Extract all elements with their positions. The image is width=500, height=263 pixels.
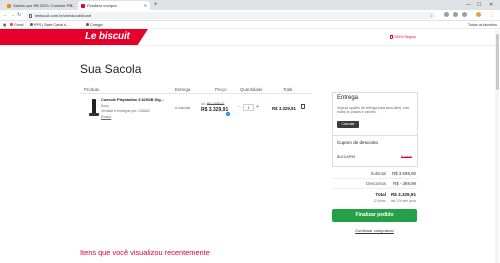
info-icon[interactable]: i xyxy=(226,112,230,116)
profile-avatar-icon[interactable] xyxy=(476,12,481,17)
recently-viewed-title: Itens que você visualizou recentemente xyxy=(80,248,210,257)
address-bar-row: ← → ↻ lebiscuit.com.br/checkout/#/cart ☆… xyxy=(0,10,500,21)
url-text: lebiscuit.com.br/checkout/#/cart xyxy=(35,13,92,18)
extensions-puzzle-icon[interactable] xyxy=(453,12,458,17)
coupon-title: Cupom de desconto xyxy=(337,140,379,145)
coupon-code: BLECAP99 xyxy=(337,155,356,159)
secure-badge: 100% Seguro xyxy=(390,34,416,40)
bookmark-chatgpt[interactable]: Chatgpt xyxy=(86,21,103,29)
all-bookmarks[interactable]: Todos os favoritos xyxy=(468,21,497,29)
bookmark-rps[interactable]: RPS | Base Canal d... xyxy=(30,21,69,29)
total-value: R$ 3.329,91 xyxy=(390,192,416,197)
column-header-preco: Preço xyxy=(215,87,227,92)
page-title: Sua Sacola xyxy=(80,62,142,76)
subtotal-label: Subtotal xyxy=(370,171,386,176)
divider xyxy=(332,188,418,189)
shield-icon xyxy=(390,34,393,39)
site-logo[interactable]: Le biscuit xyxy=(85,30,130,44)
quantity-decrease-button[interactable]: − xyxy=(238,104,241,111)
reload-icon[interactable]: ↻ xyxy=(17,11,21,20)
sidepanel-icon[interactable] xyxy=(462,12,467,17)
product-name-link[interactable]: Console Playstation 5 825GB Dig... xyxy=(101,98,165,102)
browser-tab-active[interactable]: Finalizar compra ✕ xyxy=(78,1,150,10)
back-icon[interactable]: ← xyxy=(3,11,8,20)
product-seller: Vendido e entregue por: CASAS xyxy=(101,109,150,113)
bookmark-gmail[interactable]: Gmail xyxy=(10,21,23,29)
delivery-panel-description: Veja as opções de entrega para seus iten… xyxy=(337,106,410,115)
item-price: R$ 3.329,91 xyxy=(201,107,229,113)
column-header-entrega: Entrega xyxy=(175,87,191,92)
item-total: R$ 3.329,91 xyxy=(272,106,296,111)
new-tab-icon[interactable]: + xyxy=(154,0,158,10)
divider xyxy=(80,93,312,94)
close-tab-icon[interactable]: ✕ xyxy=(144,1,147,10)
tab-title: Finalizar compra xyxy=(87,3,117,8)
subtotal-value: R$ 3.699,90 xyxy=(392,171,416,176)
bookmarks-bar: ▦ Gmail RPS | Base Canal d... Chatgpt To… xyxy=(0,21,500,29)
discount-label: Descontos xyxy=(366,181,386,186)
menu-dots-icon[interactable]: ⋮ xyxy=(489,11,494,20)
checkout-button[interactable]: Finalizar pedido xyxy=(332,209,417,222)
apps-grid-icon[interactable]: ▦ xyxy=(3,21,6,29)
url-input[interactable]: lebiscuit.com.br/checkout/#/cart ☆ xyxy=(26,12,436,19)
column-header-quantidade: Quantidade xyxy=(240,87,263,92)
mail-icon xyxy=(10,23,13,27)
close-window-icon[interactable]: ✕ xyxy=(489,0,493,10)
sparkle-icon xyxy=(86,23,89,27)
site-header: Le biscuit 100% Seguro xyxy=(0,29,500,46)
column-header-produto: Produto xyxy=(84,87,100,92)
installments-value: até 12x sem juros xyxy=(390,199,416,203)
trash-icon[interactable] xyxy=(301,104,305,109)
product-brand: Sony xyxy=(101,104,109,108)
discount-value: R$ - 369,99 xyxy=(393,181,416,186)
minimize-icon[interactable]: — xyxy=(466,0,471,10)
delivery-status: A calcular xyxy=(175,106,191,110)
bookmark-star-icon[interactable]: ☆ xyxy=(429,12,433,19)
tab-favicon-icon xyxy=(7,3,11,8)
browser-tabbar: Saindo por R$ 2029: Console PS... ✕ Fina… xyxy=(0,0,500,10)
continue-shopping-link[interactable]: Continuar comprando xyxy=(332,228,417,233)
scrollbar-thumb[interactable] xyxy=(495,34,499,90)
tab-title: Saindo por R$ 2029: Console PS... xyxy=(13,3,76,8)
coupon-remove-link[interactable]: Excluir xyxy=(401,155,412,159)
column-header-total: Total xyxy=(283,87,293,92)
extension-icon[interactable] xyxy=(444,12,449,17)
quantity-input[interactable]: 1 xyxy=(243,104,254,111)
old-price: De: R$ 4.499,00 xyxy=(201,102,225,106)
maximize-icon[interactable]: ☐ xyxy=(477,0,481,10)
close-tab-icon[interactable]: ✕ xyxy=(70,1,73,10)
tab-favicon-icon xyxy=(81,3,85,8)
remove-item-link[interactable]: Excluir xyxy=(101,115,111,119)
total-label: Total xyxy=(375,192,386,197)
product-image[interactable] xyxy=(88,99,99,116)
divider xyxy=(332,178,418,179)
calculate-delivery-button[interactable]: Calcular xyxy=(337,121,359,128)
forward-icon[interactable]: → xyxy=(10,11,15,20)
quantity-increase-button[interactable]: + xyxy=(256,104,259,111)
delivery-panel-title: Entrega xyxy=(337,95,359,101)
installments-label: 12 vezes xyxy=(373,199,386,203)
browser-tab[interactable]: Saindo por R$ 2029: Console PS... ✕ xyxy=(4,1,76,10)
lock-icon xyxy=(29,13,32,18)
app-icon xyxy=(30,23,33,27)
